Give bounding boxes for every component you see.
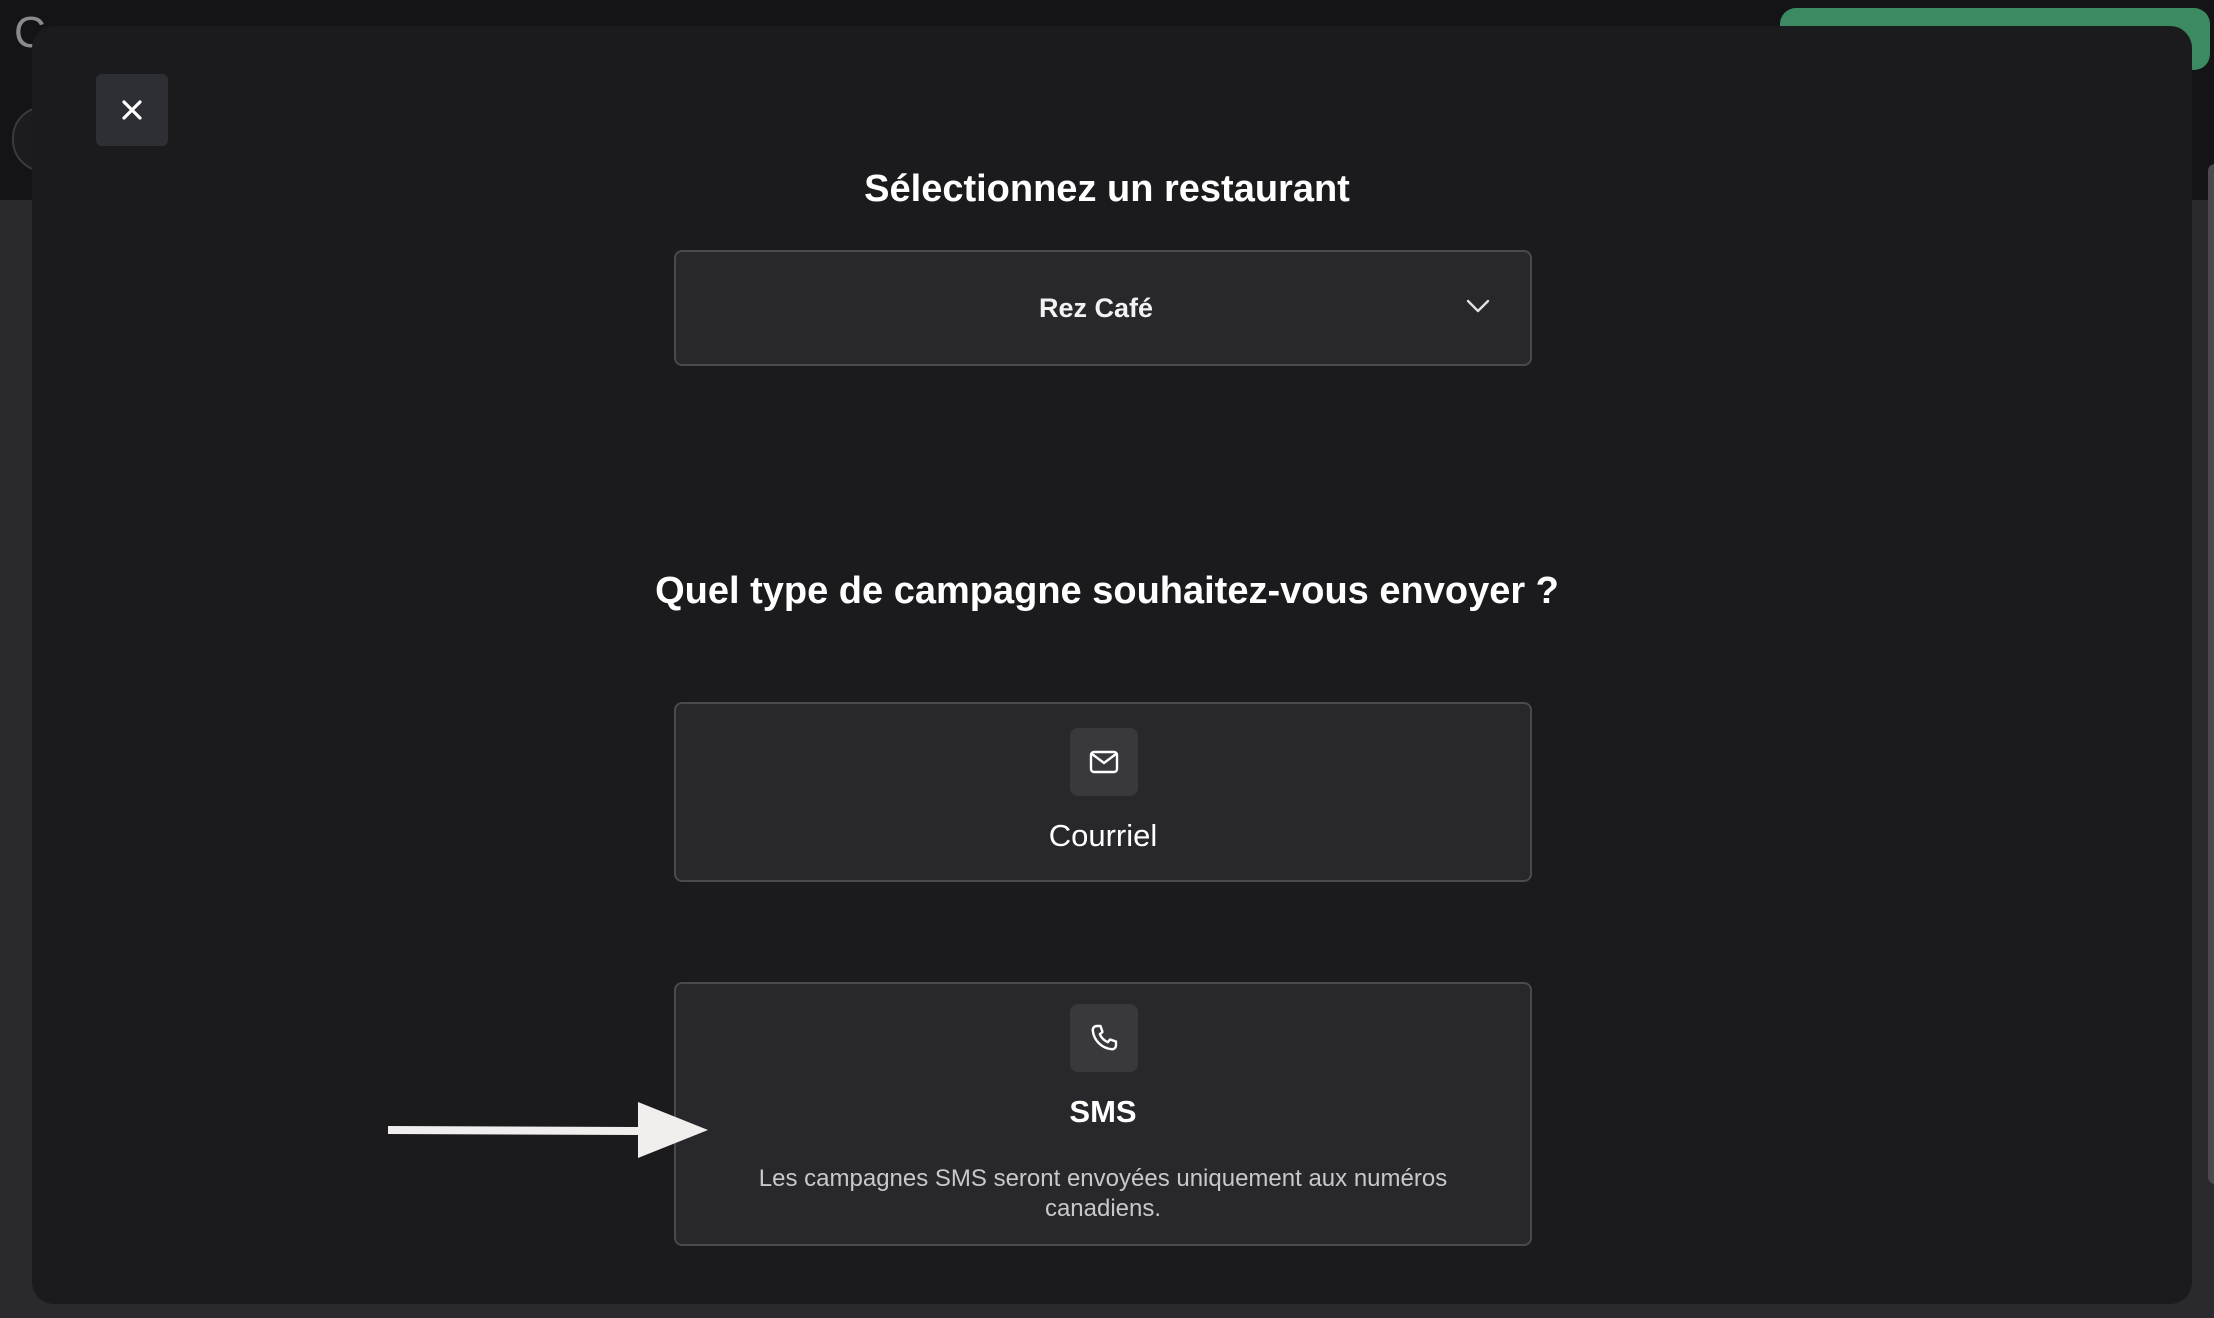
email-option-label: Courriel	[1048, 818, 1158, 853]
close-button[interactable]	[96, 74, 168, 146]
close-icon	[122, 100, 142, 120]
sms-icon-tile	[1070, 1004, 1138, 1072]
email-icon-tile	[1070, 728, 1138, 796]
sms-campaign-option[interactable]: SMS Les campagnes SMS seront envoyées un…	[674, 982, 1532, 1246]
mail-icon	[1089, 750, 1119, 774]
modal-scrollbar[interactable]	[2208, 164, 2214, 1184]
sms-option-note: Les campagnes SMS seront envoyées unique…	[758, 1165, 1448, 1222]
restaurant-select-value: Rez Café	[1038, 292, 1154, 323]
sms-option-label: SMS	[1069, 1094, 1137, 1129]
restaurant-select[interactable]: Rez Café	[674, 250, 1532, 366]
arrow-right-icon	[388, 1102, 708, 1158]
email-campaign-option[interactable]: Courriel	[674, 702, 1532, 882]
chevron-down-icon	[1466, 299, 1490, 313]
restaurant-heading: Sélectionnez un restaurant	[864, 168, 1350, 210]
phone-icon	[1091, 1024, 1118, 1051]
campaign-type-heading: Quel type de campagne souhaitez-vous env…	[655, 570, 1559, 612]
